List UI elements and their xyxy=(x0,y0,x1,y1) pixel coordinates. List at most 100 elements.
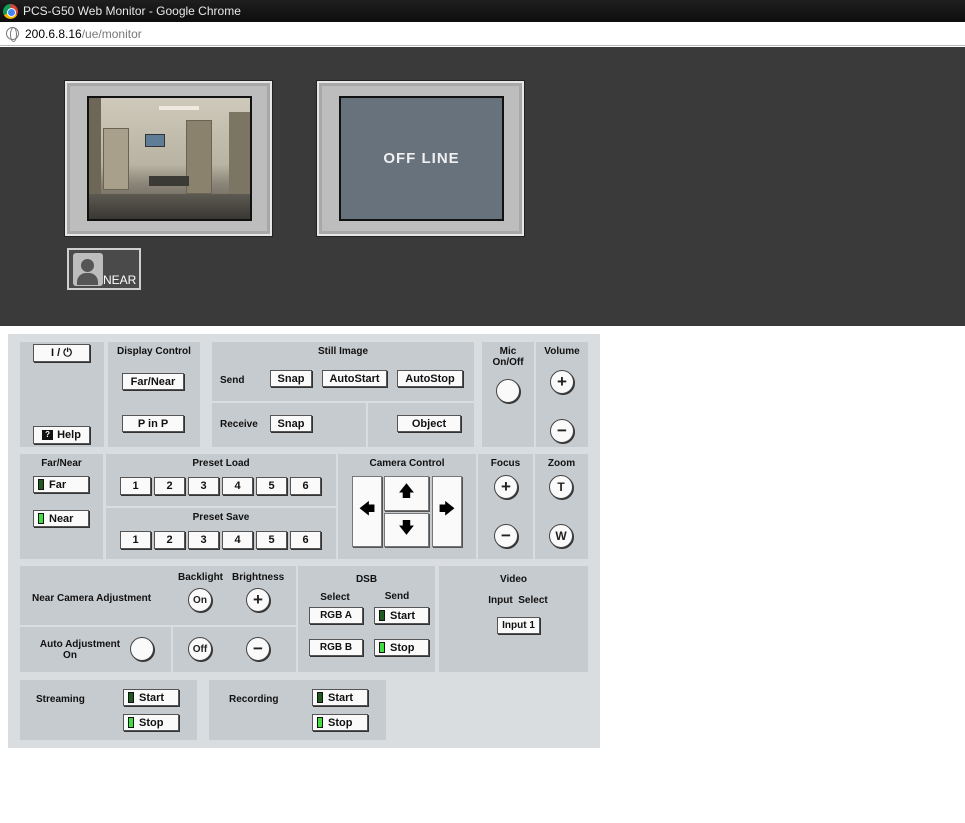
pan-left-button[interactable]: 🡄 xyxy=(352,476,382,547)
auto-adjustment-box: Auto Adjustment On xyxy=(20,627,171,672)
power-help-box: I / ⏻ ? Help xyxy=(20,342,104,447)
focus-title: Focus xyxy=(490,458,521,469)
far-label: Far xyxy=(49,478,67,491)
near-label: NEAR xyxy=(103,273,137,287)
mic-toggle-button[interactable] xyxy=(496,379,520,403)
auto-adjustment-line2: On xyxy=(63,650,77,661)
help-button[interactable]: ? Help xyxy=(33,426,90,444)
preset-save-2[interactable]: 2 xyxy=(154,531,185,549)
preset-load-6[interactable]: 6 xyxy=(290,477,321,495)
rgb-a-button[interactable]: RGB A xyxy=(309,607,363,624)
far-near-select-box: Far/Near Far Near xyxy=(20,454,103,559)
tilt-up-button[interactable]: 🡅 xyxy=(384,476,429,511)
power-button[interactable]: I / ⏻ xyxy=(33,344,90,362)
dsb-stop-indicator-icon xyxy=(379,642,385,653)
streaming-box: Streaming Start Stop xyxy=(20,680,197,740)
preset-load-4[interactable]: 4 xyxy=(222,477,253,495)
streaming-start-indicator-icon xyxy=(128,692,134,703)
far-video-screen[interactable]: OFF LINE xyxy=(339,96,504,221)
preset-load-2[interactable]: 2 xyxy=(154,477,185,495)
camera-control-box: Camera Control 🡄 🡅 🡇 🡆 xyxy=(338,454,476,559)
recording-stop-button[interactable]: Stop xyxy=(312,714,368,731)
chrome-logo-icon xyxy=(3,3,18,19)
recording-start-button[interactable]: Start xyxy=(312,689,368,706)
dsb-start-indicator-icon xyxy=(379,610,385,621)
near-camera-button[interactable]: NEAR xyxy=(67,248,141,290)
preset-save-3[interactable]: 3 xyxy=(188,531,219,549)
brightness-up-button[interactable]: + xyxy=(246,588,270,612)
pan-right-button[interactable]: 🡆 xyxy=(432,476,462,547)
input-select-button[interactable]: Input 1 xyxy=(497,617,540,634)
pinp-button[interactable]: P in P xyxy=(122,415,184,432)
recording-box: Recording Start Stop xyxy=(209,680,386,740)
dsb-stop-button[interactable]: Stop xyxy=(374,639,429,656)
near-label-text: Near xyxy=(49,512,74,525)
preset-load-1[interactable]: 1 xyxy=(120,477,151,495)
far-button[interactable]: Far xyxy=(33,476,89,493)
focus-box: Focus + − xyxy=(478,454,533,559)
streaming-start-button[interactable]: Start xyxy=(123,689,179,706)
far-near-display-button[interactable]: Far/Near xyxy=(122,373,184,390)
help-label: Help xyxy=(57,429,81,441)
near-camera-adjustment-box: Near Camera Adjustment Backlight Brightn… xyxy=(20,566,296,625)
mic-title-line2: On/Off xyxy=(492,357,524,368)
display-control-title: Display Control xyxy=(117,346,191,357)
preset-load-3[interactable]: 3 xyxy=(188,477,219,495)
autostart-button[interactable]: AutoStart xyxy=(322,370,387,387)
offline-text: OFF LINE xyxy=(383,150,460,167)
volume-box: Volume + − xyxy=(536,342,588,447)
autostop-button[interactable]: AutoStop xyxy=(397,370,463,387)
zoom-tele-button[interactable]: T xyxy=(549,475,573,499)
dsb-start-button[interactable]: Start xyxy=(374,607,429,624)
backlight-off-button[interactable]: Off xyxy=(188,637,212,661)
recording-stop-indicator-icon xyxy=(317,717,323,728)
backlight-on-button[interactable]: On xyxy=(188,588,212,612)
input-select-title: Input Select xyxy=(488,595,548,606)
preset-save-1[interactable]: 1 xyxy=(120,531,151,549)
dsb-box: DSB Select Send RGB A Start RGB B Stop xyxy=(298,566,435,672)
send-snap-button[interactable]: Snap xyxy=(270,370,312,387)
arrow-up-icon: 🡅 xyxy=(398,483,415,500)
recording-label: Recording xyxy=(229,694,279,705)
tilt-down-button[interactable]: 🡇 xyxy=(384,513,429,547)
object-button[interactable]: Object xyxy=(397,415,461,432)
mic-box: Mic On/Off xyxy=(482,342,534,447)
display-control-box: Display Control Far/Near P in P xyxy=(108,342,200,447)
camera-control-title: Camera Control xyxy=(369,458,445,469)
arrow-left-icon: 🡄 xyxy=(358,501,376,518)
volume-up-button[interactable]: + xyxy=(550,370,574,394)
person-icon xyxy=(73,253,103,286)
video-title: Video xyxy=(499,574,528,585)
dsb-title: DSB xyxy=(355,574,378,585)
video-box: Video Input Select Input 1 xyxy=(439,566,588,672)
mic-title-line1: Mic xyxy=(499,346,517,357)
receive-snap-button[interactable]: Snap xyxy=(270,415,312,432)
control-panel: I / ⏻ ? Help Display Control Far/Near P i… xyxy=(8,334,600,748)
preset-save-5[interactable]: 5 xyxy=(256,531,287,549)
url-path: /ue/monitor xyxy=(81,26,142,41)
streaming-stop-button[interactable]: Stop xyxy=(123,714,179,731)
zoom-wide-button[interactable]: W xyxy=(549,524,573,548)
preset-save-6[interactable]: 6 xyxy=(290,531,321,549)
far-video-frame: OFF LINE xyxy=(317,81,524,236)
dsb-start-label: Start xyxy=(390,609,416,622)
brightness-down-button[interactable]: − xyxy=(246,637,270,661)
focus-far-button[interactable]: − xyxy=(494,524,518,548)
volume-down-button[interactable]: − xyxy=(550,419,574,443)
preset-save-title: Preset Save xyxy=(192,512,250,523)
focus-near-button[interactable]: + xyxy=(494,475,518,499)
send-label: Send xyxy=(220,375,245,386)
recording-stop-label: Stop xyxy=(328,716,353,729)
near-video-frame xyxy=(65,81,272,236)
zoom-title: Zoom xyxy=(547,458,576,469)
near-video-screen[interactable] xyxy=(87,96,252,221)
streaming-stop-indicator-icon xyxy=(128,717,134,728)
near-button[interactable]: Near xyxy=(33,510,89,527)
streaming-stop-label: Stop xyxy=(139,716,164,729)
preset-save-4[interactable]: 4 xyxy=(222,531,253,549)
preset-load-5[interactable]: 5 xyxy=(256,477,287,495)
address-bar[interactable]: 200.6.8.16/ue/monitor xyxy=(0,22,965,46)
rgb-b-button[interactable]: RGB B xyxy=(309,639,363,656)
auto-adjustment-button[interactable] xyxy=(130,637,154,661)
video-monitor-area: OFF LINE NEAR xyxy=(0,47,965,326)
